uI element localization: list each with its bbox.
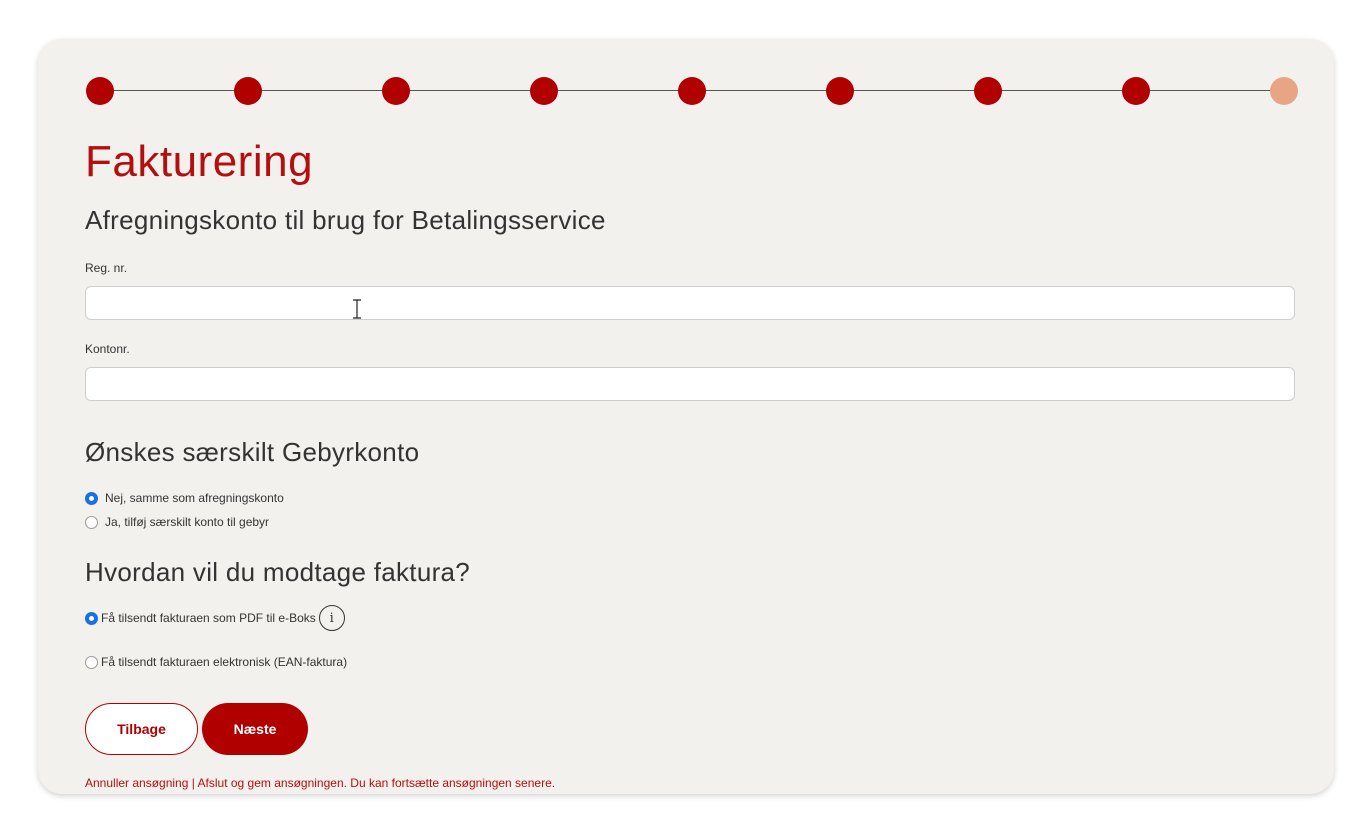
settlement-section-title: Afregningskonto til brug for Betalingsse…	[85, 205, 606, 235]
radio-unchecked-icon[interactable]	[85, 515, 98, 529]
step-9-current	[1270, 77, 1298, 105]
reg-nr-label: Reg. nr.	[85, 261, 128, 275]
info-icon[interactable]: i	[318, 605, 345, 631]
invoice-option-pdf-label: Få tilsendt fakturaen som PDF til e-Boks	[101, 611, 316, 625]
next-button[interactable]: Næste	[202, 703, 308, 755]
page-title: Fakturering	[85, 137, 314, 186]
step-5	[678, 77, 706, 105]
fee-account-section-title: Ønskes særskilt Gebyrkonto	[85, 437, 420, 467]
save-and-exit-link[interactable]: Afslut og gem ansøgningen. Du kan fortsæ…	[198, 776, 556, 790]
progress-stepper	[86, 77, 1299, 105]
invoice-option-ean-label: Få tilsendt fakturaen elektronisk (EAN-f…	[101, 655, 348, 669]
step-4	[530, 77, 558, 105]
footer-separator: |	[188, 776, 198, 790]
invoice-section-title: Hvordan vil du modtage faktura?	[85, 557, 471, 587]
application-card: Fakturering Afregningskonto til brug for…	[38, 39, 1334, 794]
step-3	[382, 77, 410, 105]
step-1	[86, 77, 114, 105]
account-nr-label: Kontonr.	[85, 342, 130, 356]
fee-option-separate-label: Ja, tilføj særskilt konto til gebyr	[105, 515, 270, 529]
radio-checked-icon[interactable]	[85, 611, 98, 625]
radio-checked-icon[interactable]	[85, 491, 98, 505]
step-8	[1122, 77, 1150, 105]
reg-nr-input[interactable]	[85, 286, 1295, 320]
footer-links: Annuller ansøgning | Afslut og gem ansøg…	[85, 776, 555, 790]
fee-option-same[interactable]: Nej, samme som afregningskonto	[85, 491, 284, 505]
invoice-option-ean[interactable]: Få tilsendt fakturaen elektronisk (EAN-f…	[85, 655, 347, 669]
radio-unchecked-icon[interactable]	[85, 655, 98, 669]
invoice-option-pdf[interactable]: Få tilsendt fakturaen som PDF til e-Boks…	[85, 605, 345, 631]
step-7	[974, 77, 1002, 105]
step-2	[234, 77, 262, 105]
text-cursor-icon	[353, 299, 361, 319]
cancel-application-link[interactable]: Annuller ansøgning	[85, 776, 188, 790]
step-6	[826, 77, 854, 105]
back-button[interactable]: Tilbage	[85, 703, 198, 755]
account-nr-input[interactable]	[85, 367, 1295, 401]
fee-option-same-label: Nej, samme som afregningskonto	[105, 491, 284, 505]
fee-option-separate[interactable]: Ja, tilføj særskilt konto til gebyr	[85, 515, 269, 529]
